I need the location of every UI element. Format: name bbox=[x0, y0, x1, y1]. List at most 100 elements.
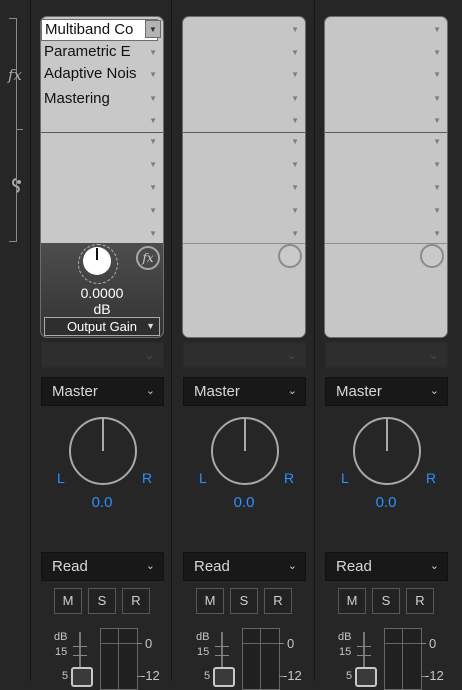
chevron-down-icon[interactable]: ▼ bbox=[291, 25, 299, 34]
chevron-down-icon[interactable]: ▼ bbox=[433, 48, 441, 57]
chevron-down-icon[interactable]: ▼ bbox=[433, 94, 441, 103]
record-button[interactable]: R bbox=[264, 588, 292, 614]
effect-slot-1-menu-button[interactable]: ▼ bbox=[145, 20, 161, 38]
effects-rack[interactable]: ▼ ▼ ▼ ▼ ▼ ▼ ▼ ▼ ▼ ▼ bbox=[182, 16, 306, 338]
fx-power-icon[interactable] bbox=[420, 244, 444, 268]
meter-zero-label: 0 bbox=[145, 636, 153, 651]
automation-dropdown[interactable]: Read ⌄ bbox=[325, 552, 448, 581]
pan-knob[interactable] bbox=[69, 417, 137, 485]
fx-power-icon[interactable] bbox=[278, 244, 302, 268]
solo-button[interactable]: S bbox=[88, 588, 116, 614]
solo-button[interactable]: S bbox=[230, 588, 258, 614]
fader-tick bbox=[73, 646, 87, 647]
chevron-down-icon[interactable]: ▼ bbox=[149, 116, 157, 125]
mute-button[interactable]: M bbox=[196, 588, 224, 614]
pan-knob[interactable] bbox=[211, 417, 279, 485]
chevron-down-icon[interactable]: ▼ bbox=[291, 160, 299, 169]
meter-zero-label: 0 bbox=[287, 636, 295, 651]
send-dropdown[interactable]: ⌄ bbox=[325, 342, 448, 368]
chevron-down-icon[interactable]: ▼ bbox=[433, 229, 441, 238]
chevron-down-icon: ⌄ bbox=[145, 560, 155, 572]
db-label: dB bbox=[54, 631, 68, 643]
pan-right-label: R bbox=[284, 470, 295, 486]
output-gain-dropdown[interactable]: Output Gain ▼ bbox=[44, 317, 160, 336]
chevron-down-icon[interactable]: ▼ bbox=[433, 183, 441, 192]
db5-label: 5 bbox=[346, 670, 353, 682]
effect-slot-1[interactable]: Multiband Co bbox=[41, 19, 158, 41]
pan-left-label: L bbox=[57, 470, 65, 486]
chevron-down-icon[interactable]: ▼ bbox=[291, 183, 299, 192]
chevron-down-icon[interactable]: ▼ bbox=[291, 70, 299, 79]
automation-dropdown[interactable]: Read ⌄ bbox=[183, 552, 306, 581]
chevron-down-icon[interactable]: ▼ bbox=[433, 70, 441, 79]
chevron-down-icon[interactable]: ▼ bbox=[291, 94, 299, 103]
chevron-down-icon[interactable]: ▼ bbox=[149, 137, 157, 146]
channel-strip-2: ▼ ▼ ▼ ▼ ▼ ▼ ▼ ▼ ▼ ▼ ⌄ Master ⌄ L R 0.0 R… bbox=[176, 0, 312, 690]
bus-label: Master bbox=[52, 383, 98, 400]
automation-label: Read bbox=[52, 558, 88, 575]
bracket-bottom bbox=[9, 241, 17, 242]
chevron-down-icon[interactable]: ▼ bbox=[149, 94, 157, 103]
solo-button[interactable]: S bbox=[372, 588, 400, 614]
chevron-down-icon[interactable]: ▼ bbox=[291, 137, 299, 146]
chevron-down-icon[interactable]: ▼ bbox=[433, 137, 441, 146]
chevron-down-icon[interactable]: ▼ bbox=[433, 160, 441, 169]
automation-dropdown[interactable]: Read ⌄ bbox=[41, 552, 164, 581]
effects-rack[interactable]: Multiband Co ▼ Parametric E ▼ Adaptive N… bbox=[40, 16, 164, 338]
record-button[interactable]: R bbox=[406, 588, 434, 614]
chevron-down-icon[interactable]: ▼ bbox=[149, 160, 157, 169]
send-dropdown[interactable]: ⌄ bbox=[41, 342, 164, 368]
pan-knob[interactable] bbox=[353, 417, 421, 485]
output-bus-dropdown[interactable]: Master ⌄ bbox=[41, 377, 164, 406]
chevron-down-icon[interactable]: ▼ bbox=[433, 116, 441, 125]
output-bus-dropdown[interactable]: Master ⌄ bbox=[183, 377, 306, 406]
record-button[interactable]: R bbox=[122, 588, 150, 614]
effect-slot-3[interactable]: Adaptive Nois bbox=[41, 63, 154, 85]
chevron-down-icon[interactable]: ▼ bbox=[149, 229, 157, 238]
chevron-down-icon[interactable]: ▼ bbox=[149, 206, 157, 215]
fader-tick bbox=[215, 655, 229, 656]
chevron-down-icon: ⌄ bbox=[287, 385, 297, 397]
input-section-icon bbox=[9, 176, 25, 198]
divider bbox=[171, 0, 172, 681]
rack-gain-section: fx 0.0000 dB Output Gain ▼ bbox=[41, 243, 163, 337]
chevron-down-icon[interactable]: ▼ bbox=[291, 206, 299, 215]
rack-divider bbox=[183, 132, 305, 133]
chevron-down-icon: ⌄ bbox=[429, 560, 439, 572]
send-dropdown[interactable]: ⌄ bbox=[183, 342, 306, 368]
effect-slot-2[interactable]: Parametric E bbox=[41, 41, 154, 63]
pan-right-label: R bbox=[142, 470, 153, 486]
chevron-down-icon: ⌄ bbox=[429, 385, 439, 397]
fx-power-icon[interactable]: fx bbox=[136, 246, 160, 270]
chevron-down-icon[interactable]: ▼ bbox=[291, 48, 299, 57]
chevron-down-icon[interactable]: ▼ bbox=[149, 183, 157, 192]
chevron-down-icon: ⌄ bbox=[145, 385, 155, 397]
mute-button[interactable]: M bbox=[54, 588, 82, 614]
volume-fader-handle[interactable] bbox=[355, 667, 377, 687]
bus-label: Master bbox=[336, 383, 382, 400]
effects-rack[interactable]: ▼ ▼ ▼ ▼ ▼ ▼ ▼ ▼ ▼ ▼ bbox=[324, 16, 448, 338]
chevron-down-icon: ⌄ bbox=[428, 347, 439, 362]
pan-value: 0.0 bbox=[233, 494, 255, 511]
chevron-down-icon[interactable]: ▼ bbox=[149, 70, 157, 79]
bracket-join bbox=[17, 129, 23, 130]
db-label: dB bbox=[196, 631, 210, 643]
mute-button[interactable]: M bbox=[338, 588, 366, 614]
db5-label: 5 bbox=[204, 670, 211, 682]
chevron-down-icon[interactable]: ▼ bbox=[149, 48, 157, 57]
chevron-down-icon: ⌄ bbox=[287, 560, 297, 572]
volume-fader-handle[interactable] bbox=[71, 667, 93, 687]
fader-tick bbox=[73, 655, 87, 656]
output-bus-dropdown[interactable]: Master ⌄ bbox=[325, 377, 448, 406]
pan-value: 0.0 bbox=[375, 494, 397, 511]
volume-fader-handle[interactable] bbox=[213, 667, 235, 687]
chevron-down-icon[interactable]: ▼ bbox=[291, 116, 299, 125]
output-gain-knob[interactable] bbox=[83, 247, 111, 275]
rack-divider bbox=[41, 132, 163, 133]
chevron-down-icon[interactable]: ▼ bbox=[433, 25, 441, 34]
chevron-down-icon[interactable]: ▼ bbox=[291, 229, 299, 238]
chevron-down-icon[interactable]: ▼ bbox=[433, 206, 441, 215]
meter-tick bbox=[279, 643, 284, 644]
effect-slot-4[interactable]: Mastering bbox=[41, 88, 154, 110]
divider bbox=[30, 0, 31, 681]
